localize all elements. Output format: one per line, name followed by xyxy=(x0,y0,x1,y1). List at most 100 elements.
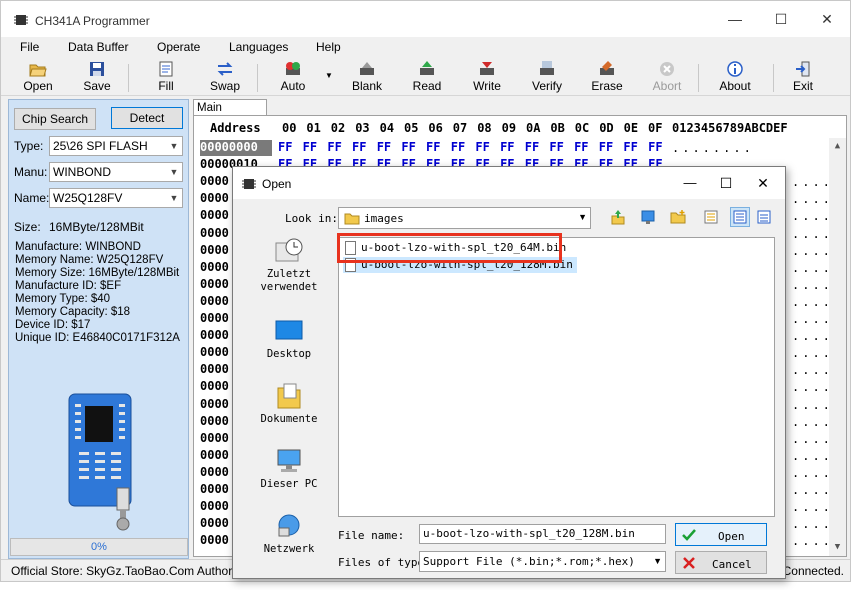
exit-button[interactable]: Exit xyxy=(785,58,821,96)
open-button[interactable]: Open xyxy=(19,58,57,96)
dialog-maximize-button[interactable]: ☐ xyxy=(706,167,746,199)
column-header: 02 xyxy=(330,121,346,135)
chevron-down-icon: ▼ xyxy=(653,556,662,566)
look-in-label: Look in: xyxy=(285,212,338,225)
place-desktop[interactable]: Desktop xyxy=(247,317,331,361)
info-memory-name: Memory Name: W25Q128FV xyxy=(15,254,164,266)
chip-name-select[interactable]: W25Q128FV ▼ xyxy=(49,188,183,208)
erase-chip-icon xyxy=(600,61,614,75)
column-header: 0F xyxy=(648,121,663,135)
verify-chip-icon xyxy=(540,61,554,75)
scroll-down-arrow[interactable]: ▼ xyxy=(829,539,846,556)
about-button[interactable]: About xyxy=(715,58,755,96)
new-folder-icon[interactable] xyxy=(670,209,686,225)
title-bar: CH341A Programmer — ☐ ✕ xyxy=(1,1,850,37)
column-header: 0C xyxy=(574,121,590,135)
progress-bar: 0% xyxy=(10,538,188,556)
maximize-button[interactable]: ☐ xyxy=(758,1,804,37)
column-header: 0A xyxy=(526,121,541,135)
open-dialog: Open — ☐ ✕ Look in: images ▼ Zuletzt ver… xyxy=(232,166,786,579)
manufacturer-select[interactable]: WINBOND ▼ xyxy=(49,162,183,182)
details-view-icon[interactable] xyxy=(730,207,750,227)
detect-button[interactable]: Detect xyxy=(111,107,183,129)
red-highlight-box xyxy=(337,233,562,263)
hex-vertical-scrollbar[interactable]: ▲ ▼ xyxy=(829,138,846,556)
file-name-input[interactable]: u-boot-lzo-with-spl_t20_128M.bin xyxy=(419,524,666,544)
chip-search-button[interactable]: Chip Search xyxy=(14,108,96,130)
column-header: 05 xyxy=(404,121,419,135)
hex-row-address: 00000000 xyxy=(200,140,272,156)
menu-operate[interactable]: Operate xyxy=(157,40,200,54)
menu-languages[interactable]: Languages xyxy=(229,40,288,54)
status-store-text: Official Store: SkyGz.TaoBao.Com Author:… xyxy=(11,564,265,578)
cancel-x-icon xyxy=(683,557,695,569)
auto-button[interactable]: Auto xyxy=(273,58,313,96)
floppy-icon xyxy=(90,62,104,76)
desktop-icon xyxy=(275,320,303,340)
auto-dropdown-arrow[interactable]: ▼ xyxy=(323,58,335,96)
desktop-nav-icon[interactable] xyxy=(640,209,656,225)
dialog-close-button[interactable]: ✕ xyxy=(743,167,783,199)
info-icon xyxy=(727,61,743,77)
status-connection: Connected. xyxy=(782,564,844,578)
blank-button[interactable]: Blank xyxy=(347,58,387,96)
view-menu-icon[interactable] xyxy=(756,209,772,225)
blank-chip-icon xyxy=(360,62,374,75)
list-view-icon[interactable] xyxy=(703,209,719,225)
fill-button[interactable]: Fill xyxy=(149,58,183,96)
exit-icon xyxy=(796,61,810,77)
abort-button[interactable]: Abort xyxy=(647,58,687,96)
column-header: 07 xyxy=(452,121,468,135)
file-name-label: File name: xyxy=(338,529,405,542)
folder-icon xyxy=(344,213,360,225)
close-button[interactable]: ✕ xyxy=(804,1,850,37)
computer-icon xyxy=(277,449,301,472)
place-recent[interactable]: Zuletzt verwendet xyxy=(247,237,331,294)
info-manufacture: Manufacture: WINBOND xyxy=(15,241,141,253)
hex-header: Address 0123456789ABCDEF 00 01 02 03 04 05 06 0… xyxy=(194,121,834,137)
abort-icon xyxy=(660,62,674,76)
column-header: 0B xyxy=(550,121,565,135)
dialog-cancel-button[interactable]: Cancel xyxy=(675,551,767,574)
programmer-board-image xyxy=(68,393,132,531)
place-documents[interactable]: Dokumente xyxy=(247,382,331,426)
erase-button[interactable]: Erase xyxy=(587,58,627,96)
file-type-label: Files of type xyxy=(338,556,425,569)
verify-button[interactable]: Verify xyxy=(527,58,567,96)
up-folder-icon[interactable] xyxy=(610,209,626,225)
dialog-minimize-button[interactable]: — xyxy=(670,167,710,199)
chevron-down-icon: ▼ xyxy=(578,212,587,222)
read-button[interactable]: Read xyxy=(407,58,447,96)
write-button[interactable]: Write xyxy=(467,58,507,96)
size-label: Size: xyxy=(14,220,41,234)
chevron-down-icon: ▼ xyxy=(169,141,179,151)
info-unique-id: Unique ID: E46840C0171F312A xyxy=(15,332,180,344)
manu-label: Manu: xyxy=(14,165,48,179)
save-button[interactable]: Save xyxy=(79,58,115,96)
tab-main-memory[interactable]: Main Memory xyxy=(193,99,267,130)
menu-help[interactable]: Help xyxy=(316,40,341,54)
file-list: u-boot-lzo-with-spl_t20_64M.bin u-boot-l… xyxy=(338,237,775,517)
size-value: 16MByte/128MBit xyxy=(49,220,144,234)
place-network[interactable]: Netzwerk xyxy=(247,512,331,556)
dialog-open-button[interactable]: Open xyxy=(675,523,767,546)
chip-app-icon xyxy=(14,15,28,25)
chip-info-panel: Chip Search Detect Type: 25\26 SPI FLASH… xyxy=(8,99,189,559)
scroll-up-arrow[interactable]: ▲ xyxy=(829,138,846,155)
look-in-select[interactable]: images ▼ xyxy=(338,207,591,229)
minimize-button[interactable]: — xyxy=(712,1,758,37)
menu-data-buffer[interactable]: Data Buffer xyxy=(68,40,128,54)
menu-bar: File Data Buffer Operate Languages Help xyxy=(1,37,850,58)
network-icon xyxy=(278,514,300,537)
documents-icon xyxy=(277,383,301,409)
chevron-down-icon: ▼ xyxy=(169,167,179,177)
place-this-pc[interactable]: Dieser PC xyxy=(247,447,331,491)
column-header: 09 xyxy=(501,121,517,135)
type-select[interactable]: 25\26 SPI FLASH ▼ xyxy=(49,136,183,156)
menu-file[interactable]: File xyxy=(20,40,39,54)
column-header: 0E xyxy=(623,121,639,135)
toolbar-separator xyxy=(128,64,129,92)
swap-button[interactable]: Swap xyxy=(207,58,243,96)
file-type-select[interactable]: Support File (*.bin;*.rom;*.hex) ▼ xyxy=(419,551,666,572)
hex-row-bytes[interactable]: FF FF FF FF FF FF FF FF FF FF FF FF FF F… xyxy=(278,140,663,154)
